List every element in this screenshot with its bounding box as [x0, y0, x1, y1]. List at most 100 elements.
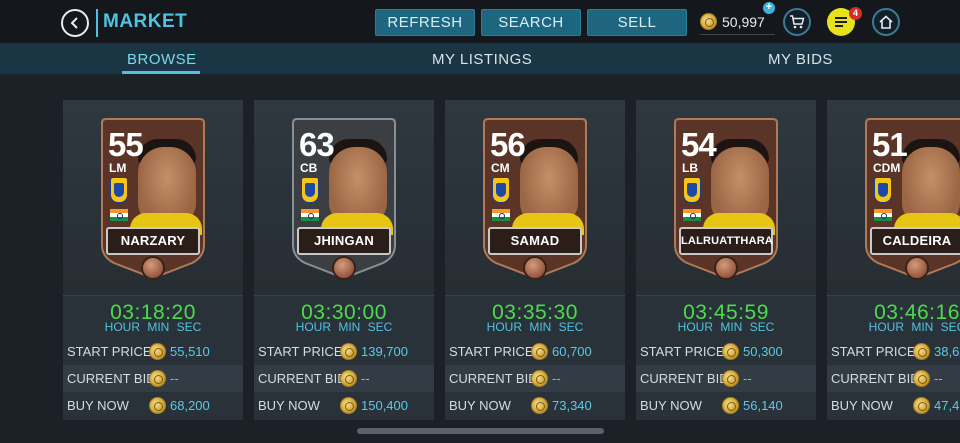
current-bid-value: --: [934, 371, 943, 386]
coin-icon: [340, 370, 357, 387]
club-badge-icon: [874, 177, 892, 203]
player-rating: 63: [299, 126, 335, 163]
coin-icon: [722, 370, 739, 387]
start-price-label: START PRICE: [831, 344, 916, 359]
player-card[interactable]: 55 LM NARZARY: [100, 117, 206, 280]
player-position: LB: [682, 161, 698, 175]
current-bid-label: CURRENT BID: [449, 371, 538, 386]
sell-button[interactable]: SELL: [587, 9, 687, 36]
back-button[interactable]: [61, 9, 89, 37]
coin-icon: [340, 397, 357, 414]
buy-now-label: BUY NOW: [449, 398, 511, 413]
player-card[interactable]: 51 CDM CALDEIRA: [864, 117, 960, 280]
coin-icon: [531, 370, 548, 387]
tab-my-bids[interactable]: MY BIDS: [768, 51, 833, 68]
current-bid-value: --: [361, 371, 370, 386]
start-price-row: START PRICE 60,700: [445, 338, 625, 365]
india-flag-icon: [110, 209, 128, 221]
current-bid-label: CURRENT BID: [640, 371, 729, 386]
start-price-row: START PRICE 55,510: [63, 338, 243, 365]
buy-now-row[interactable]: BUY NOW 56,140: [636, 392, 816, 419]
coin-icon: [149, 343, 166, 360]
india-flag-icon: [492, 209, 510, 221]
player-position: CB: [300, 161, 318, 175]
refresh-button[interactable]: REFRESH: [375, 9, 475, 36]
football-icon: [141, 256, 165, 280]
buy-now-value: 56,140: [743, 398, 783, 413]
start-price-row: START PRICE 50,300: [636, 338, 816, 365]
cart-button[interactable]: [783, 8, 811, 36]
start-price-row: START PRICE 38,65: [827, 338, 960, 365]
club-badge-icon: [110, 177, 128, 203]
card-divider: [254, 295, 434, 296]
player-card[interactable]: 54 LB LALRUATTHARA: [673, 117, 779, 280]
player-card[interactable]: 63 CB JHINGAN: [291, 117, 397, 280]
player-name: CALDEIRA: [870, 227, 960, 255]
player-card[interactable]: 56 CM SAMAD: [482, 117, 588, 280]
listing-card[interactable]: 56 CM SAMAD 03:35:30 HOUR MIN SEC START …: [445, 100, 625, 420]
start-price-label: START PRICE: [449, 344, 534, 359]
player-name: NARZARY: [106, 227, 200, 255]
football-icon: [905, 256, 929, 280]
card-artwork-area: 63 CB JHINGAN: [254, 100, 434, 295]
coin-balance: 50,997: [700, 13, 765, 30]
tab-browse[interactable]: BROWSE: [127, 51, 197, 68]
coin-icon: [913, 397, 930, 414]
search-button[interactable]: SEARCH: [481, 9, 581, 36]
buy-now-value: 73,340: [552, 398, 592, 413]
horizontal-scrollbar[interactable]: [357, 428, 604, 434]
title-accent: [96, 9, 98, 37]
start-price-value: 60,700: [552, 344, 592, 359]
back-chevron-icon: [70, 17, 78, 29]
time-units-label: HOUR MIN SEC: [677, 320, 775, 334]
buy-now-row[interactable]: BUY NOW 68,200: [63, 392, 243, 419]
coin-balance-value: 50,997: [722, 13, 765, 30]
time-units-label: HOUR MIN SEC: [295, 320, 393, 334]
player-position: LM: [109, 161, 127, 175]
cart-icon: [790, 15, 805, 29]
football-icon: [332, 256, 356, 280]
player-name: SAMAD: [488, 227, 582, 255]
card-artwork-area: 51 CDM CALDEIRA: [827, 100, 960, 295]
buy-now-value: 150,400: [361, 398, 408, 413]
current-bid-row: CURRENT BID --: [827, 365, 960, 392]
start-price-value: 38,65: [934, 344, 960, 359]
buy-now-value: 68,200: [170, 398, 210, 413]
buy-now-row[interactable]: BUY NOW 73,340: [445, 392, 625, 419]
current-bid-value: --: [170, 371, 179, 386]
current-bid-label: CURRENT BID: [831, 371, 920, 386]
card-divider: [445, 295, 625, 296]
player-rating: 55: [108, 126, 144, 163]
start-price-label: START PRICE: [258, 344, 343, 359]
add-coins-button[interactable]: +: [763, 2, 775, 14]
home-button[interactable]: [872, 8, 900, 36]
coin-icon: [531, 397, 548, 414]
coin-icon: [700, 13, 717, 30]
current-bid-row: CURRENT BID --: [636, 365, 816, 392]
card-artwork-area: 54 LB LALRUATTHARA: [636, 100, 816, 295]
coin-icon: [722, 397, 739, 414]
card-divider: [63, 295, 243, 296]
buy-now-row[interactable]: BUY NOW 150,400: [254, 392, 434, 419]
buy-now-value: 47,4: [934, 398, 960, 413]
current-bid-value: --: [743, 371, 752, 386]
player-position: CDM: [873, 161, 901, 175]
coin-icon: [722, 343, 739, 360]
tasks-icon: [835, 17, 847, 27]
coin-icon: [913, 343, 930, 360]
listing-card[interactable]: 54 LB LALRUATTHARA 03:45:59 HOUR MIN SEC…: [636, 100, 816, 420]
buy-now-label: BUY NOW: [258, 398, 320, 413]
buy-now-label: BUY NOW: [640, 398, 702, 413]
india-flag-icon: [874, 209, 892, 221]
start-price-label: START PRICE: [67, 344, 152, 359]
start-price-row: START PRICE 139,700: [254, 338, 434, 365]
listing-card[interactable]: 51 CDM CALDEIRA 03:46:16 HOUR MIN SEC ST…: [827, 100, 960, 420]
tab-my-listings[interactable]: MY LISTINGS: [432, 51, 532, 68]
start-price-value: 50,300: [743, 344, 783, 359]
current-bid-value: --: [552, 371, 561, 386]
buy-now-row[interactable]: BUY NOW 47,4: [827, 392, 960, 419]
coin-icon: [149, 397, 166, 414]
listing-card[interactable]: 63 CB JHINGAN 03:30:00 HOUR MIN SEC STAR…: [254, 100, 434, 420]
listing-card[interactable]: 55 LM NARZARY 03:18:20 HOUR MIN SEC STAR…: [63, 100, 243, 420]
india-flag-icon: [301, 209, 319, 221]
